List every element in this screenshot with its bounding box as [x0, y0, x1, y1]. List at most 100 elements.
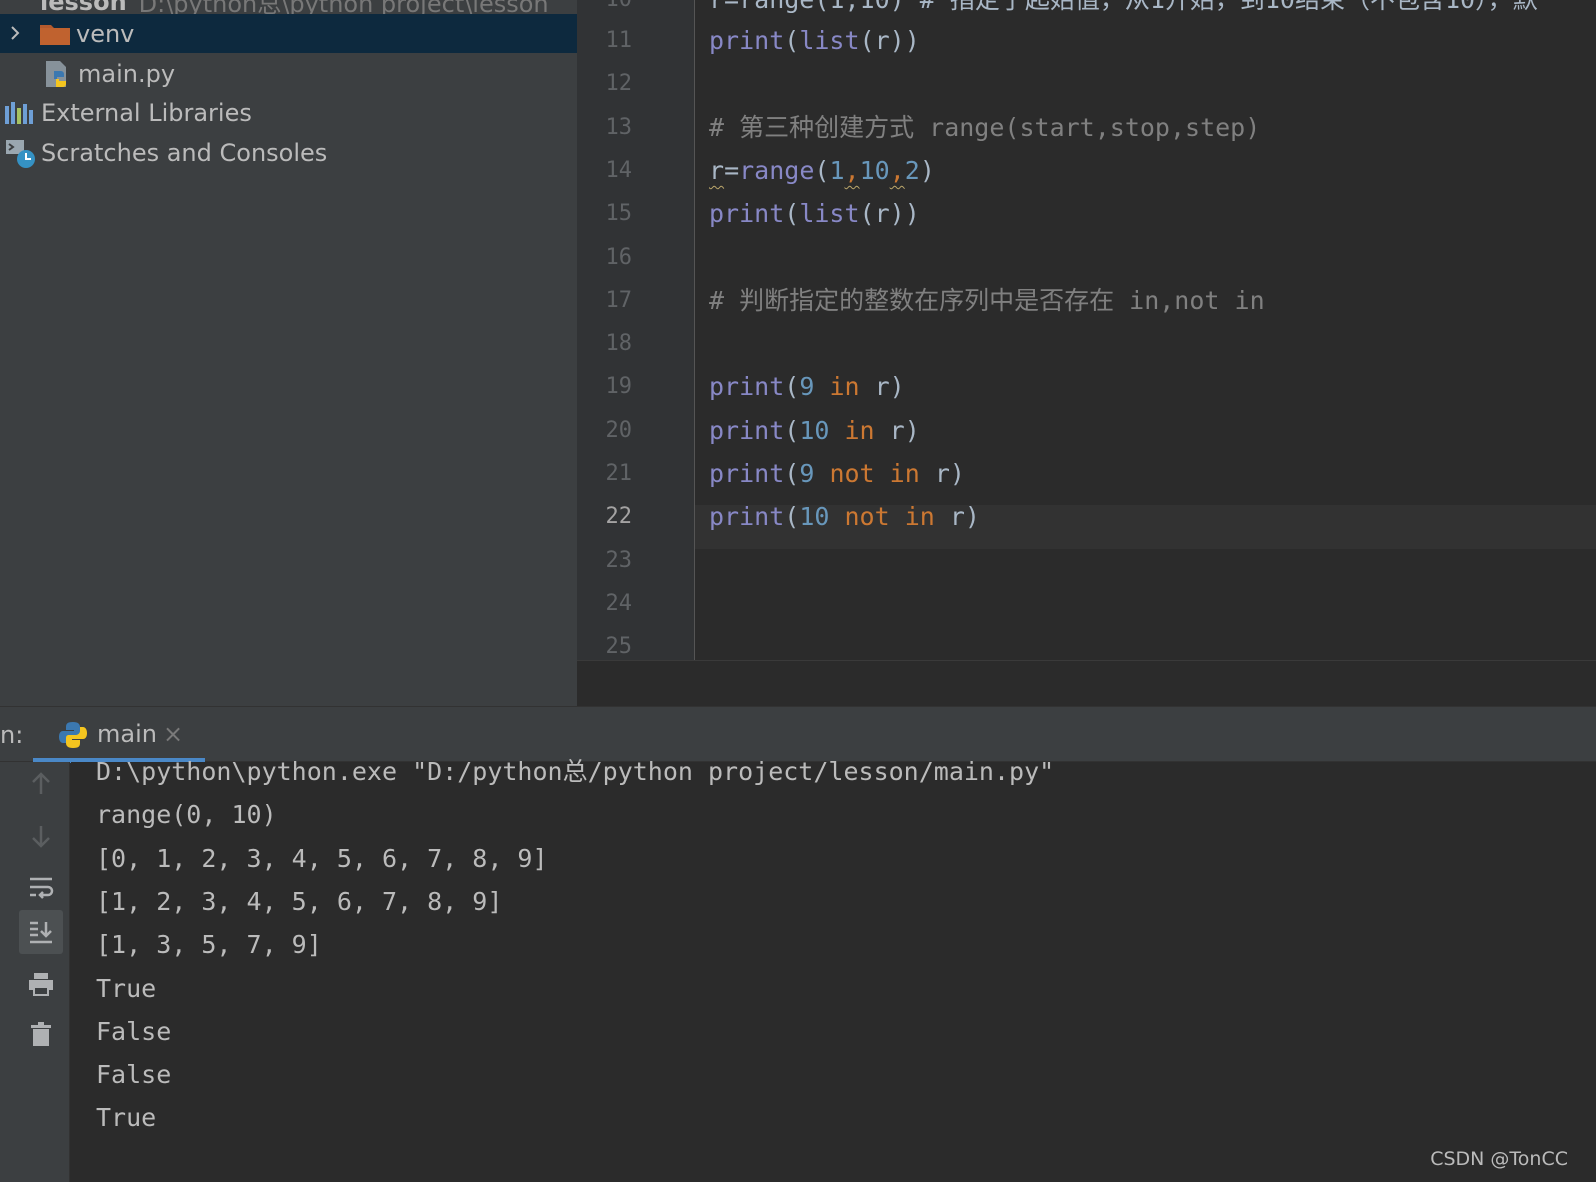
- console-line: [0, 1, 2, 3, 4, 5, 6, 7, 8, 9]: [96, 843, 548, 873]
- tree-item-label: Scratches and Consoles: [41, 138, 328, 167]
- console-line: True: [96, 1103, 157, 1133]
- code-line[interactable]: # 第三种创建方式 range(start,stop,step): [709, 106, 1260, 150]
- code-token: # 判断指定的整数在序列中是否存在 in,not in: [709, 285, 1265, 315]
- code-token: print: [709, 502, 785, 532]
- code-token: 2: [904, 155, 920, 185]
- line-number: 22: [605, 504, 633, 530]
- code-token: (r)): [859, 199, 920, 229]
- console-line: D:\python\python.exe "D:/python总/python …: [96, 757, 1055, 786]
- code-token: 9: [799, 459, 815, 488]
- code-line[interactable]: print(list(r)): [709, 192, 920, 236]
- console-line: False: [96, 1060, 172, 1090]
- code-line[interactable]: print(9 in r): [709, 365, 905, 409]
- line-number: 20: [605, 417, 633, 443]
- line-number: 19: [605, 374, 633, 400]
- tree-item-venv[interactable]: venv: [0, 14, 577, 53]
- tree-item-main-py[interactable]: main.py: [0, 54, 577, 93]
- code-token: not in: [844, 502, 935, 532]
- code-token: list: [799, 199, 860, 229]
- code-token: # 第三种创建方式 range(start,stop,step): [709, 112, 1261, 142]
- code-token: (: [784, 199, 800, 229]
- console-line: [1, 3, 5, 7, 9]: [96, 930, 322, 960]
- code-token: print: [709, 26, 785, 55]
- code-token: 1: [829, 155, 845, 185]
- tree-item-label: External Libraries: [41, 98, 252, 127]
- scratches-icon: [6, 140, 35, 168]
- up-arrow-icon[interactable]: [19, 762, 63, 806]
- line-number: 13: [605, 114, 633, 140]
- console-output[interactable]: D:\python\python.exe "D:/python总/python …: [71, 757, 1596, 1182]
- trash-icon[interactable]: [19, 1012, 63, 1056]
- code-line[interactable]: print(9 not in r): [709, 452, 965, 496]
- code-token: ): [919, 155, 935, 185]
- code-token: (: [784, 459, 800, 488]
- tree-item-external-libraries[interactable]: External Libraries: [0, 93, 577, 132]
- chevron-right-icon[interactable]: [8, 26, 22, 40]
- code-token: r): [859, 372, 905, 402]
- line-number: 24: [605, 590, 633, 616]
- line-number: 12: [605, 71, 633, 97]
- line-number: 14: [605, 157, 633, 183]
- line-number: 23: [605, 547, 633, 573]
- scroll-to-end-icon[interactable]: [19, 910, 63, 954]
- line-number: 17: [605, 287, 633, 313]
- tab-label: main: [97, 720, 157, 748]
- line-number: 15: [605, 201, 633, 227]
- code-line[interactable]: print(list(r)): [709, 19, 920, 63]
- code-line[interactable]: r=range(1,10,2): [709, 149, 935, 193]
- tree-item-label: main.py: [78, 59, 176, 88]
- code-token: print: [709, 459, 785, 488]
- code-token: 9: [799, 372, 815, 402]
- soft-wrap-icon[interactable]: [19, 866, 63, 910]
- code-token: in: [844, 415, 875, 445]
- console-line: True: [96, 973, 157, 1003]
- code-token: r): [934, 502, 980, 532]
- python-file-icon: [46, 61, 66, 87]
- console-line: False: [96, 1016, 172, 1046]
- line-number: 25: [605, 634, 633, 660]
- console-line: [1, 2, 3, 4, 5, 6, 7, 8, 9]: [96, 886, 503, 916]
- tree-item-scratches[interactable]: Scratches and Consoles: [0, 133, 577, 172]
- code-line[interactable]: print(10 in r): [709, 409, 920, 453]
- console-line: range(0, 10): [96, 800, 277, 830]
- code-token: (r)): [859, 26, 920, 55]
- code-token: 10: [859, 155, 890, 185]
- python-icon: [59, 722, 87, 748]
- code-token: list: [799, 26, 860, 55]
- down-arrow-icon[interactable]: [19, 814, 63, 858]
- code-token: r): [874, 415, 920, 445]
- code-token: =: [724, 155, 740, 185]
- run-toolbar: [0, 762, 70, 1182]
- tree-item-label: venv: [76, 19, 135, 48]
- code-token: (: [784, 26, 800, 55]
- code-token: (: [784, 372, 800, 402]
- code-token: (: [784, 502, 800, 532]
- line-number: 21: [605, 461, 633, 486]
- code-token: print: [709, 415, 785, 445]
- folder-icon: [40, 25, 70, 45]
- code-token: (: [814, 155, 830, 185]
- code-token: r: [709, 155, 725, 185]
- library-icon: [5, 102, 33, 124]
- code-token: print: [709, 199, 785, 229]
- code-line[interactable]: # 判断指定的整数在序列中是否存在 in,not in: [709, 279, 1265, 323]
- code-token: in: [829, 372, 860, 402]
- code-token: range: [739, 155, 815, 185]
- code-token: ,: [844, 155, 860, 185]
- code-editor[interactable]: 10 r=range(1,10) # 指定了起始值，从1开始，到10结束（不包含…: [577, 0, 1596, 660]
- watermark: CSDN @TonCC: [1430, 1148, 1568, 1170]
- code-token: (: [784, 415, 800, 445]
- print-icon[interactable]: [19, 962, 63, 1006]
- code-token: r): [919, 459, 965, 488]
- line-number: 11: [605, 28, 633, 53]
- code-token: 10: [799, 502, 830, 532]
- code-line[interactable]: print(10 not in r): [709, 495, 980, 539]
- code-token: ,: [889, 155, 905, 185]
- code-text: r=range(1,10) # 指定了起始值，从1开始，到10结束（不包含10）…: [709, 0, 1538, 14]
- editor-bottom-area: [577, 660, 1596, 706]
- close-icon[interactable]: ×: [163, 720, 183, 748]
